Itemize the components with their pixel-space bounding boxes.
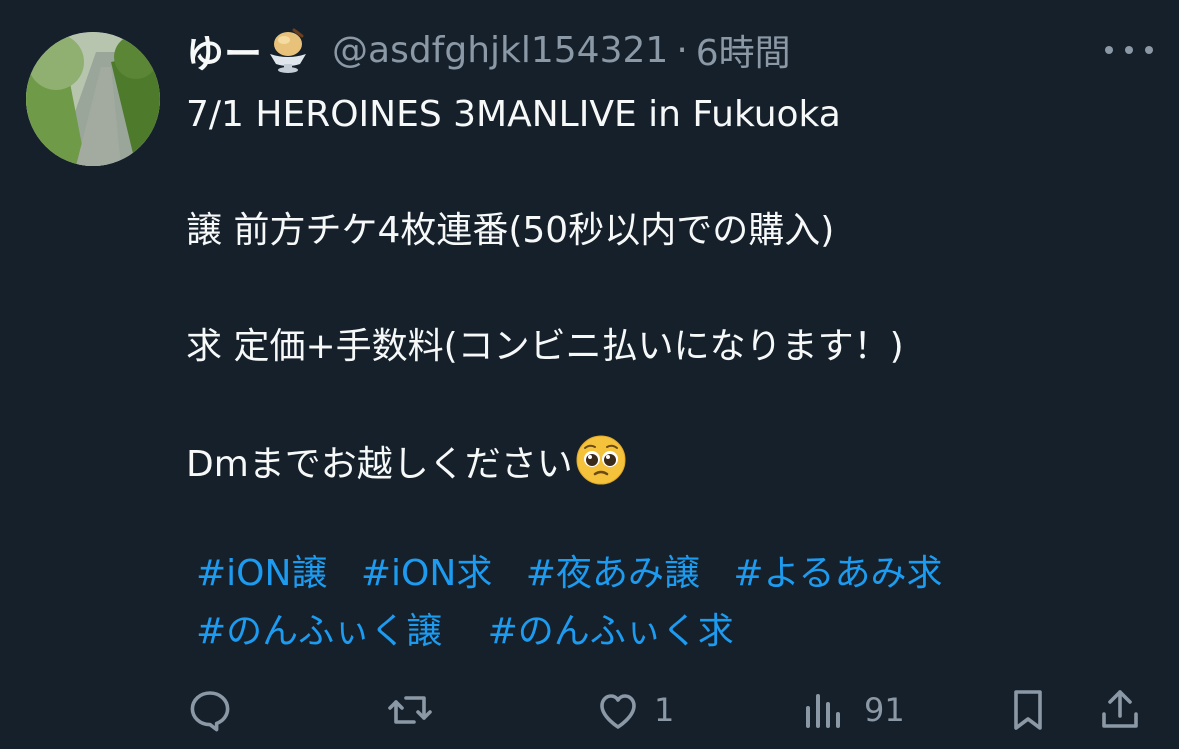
tweet-line-last: Dmまでお越しください bbox=[186, 434, 904, 492]
bookmark-icon bbox=[1014, 690, 1042, 730]
share-button[interactable] bbox=[1096, 680, 1144, 740]
tweet-line: 求 定価+手数料(コンビニ払いになります！) bbox=[186, 326, 904, 367]
author-name[interactable]: ゆー bbox=[186, 23, 262, 78]
author-handle[interactable]: @asdfghjkl154321 bbox=[332, 30, 668, 71]
hashtag-link[interactable]: #夜あみ譲 bbox=[526, 553, 700, 594]
tweet-line: Dmまでお越しください bbox=[186, 444, 573, 485]
avatar-image bbox=[26, 32, 160, 166]
avatar[interactable] bbox=[26, 32, 160, 166]
views-button[interactable]: 91 bbox=[800, 680, 905, 740]
timestamp[interactable]: 6時間 bbox=[696, 24, 791, 76]
hashtag-link[interactable]: #iON譲 bbox=[196, 553, 327, 594]
like-button[interactable]: 1 bbox=[594, 680, 674, 740]
retweet-button[interactable] bbox=[386, 680, 450, 740]
tweet-actions: 1 91 bbox=[186, 680, 1146, 740]
hashtag-row: #のんふぃく譲 #のんふぃく求 bbox=[196, 603, 965, 661]
tweet-line: 7/1 HEROINES 3MANLIVE in Fukuoka bbox=[186, 94, 841, 135]
ice-cream-icon bbox=[264, 26, 312, 74]
bookmark-button[interactable] bbox=[1004, 680, 1052, 740]
reply-button[interactable] bbox=[186, 680, 250, 740]
tweet-text: 7/1 HEROINES 3MANLIVE in Fukuoka 譲 前方チケ4… bbox=[186, 86, 904, 492]
hashtag-link[interactable]: #よるあみ求 bbox=[733, 553, 942, 594]
like-count: 1 bbox=[654, 691, 675, 729]
hashtag-link[interactable]: #のんふぃく譲 bbox=[196, 611, 442, 652]
heart-icon bbox=[600, 694, 636, 729]
retweet-icon bbox=[388, 696, 432, 724]
hashtag-link[interactable]: #iON求 bbox=[361, 553, 492, 594]
tweet-line: 譲 前方チケ4枚連番(50秒以内での購入) bbox=[186, 210, 835, 251]
hashtags: #iON譲 #iON求 #夜あみ譲 #よるあみ求 #のんふぃく譲 #のんふぃく求 bbox=[196, 545, 965, 661]
views-count: 91 bbox=[864, 691, 905, 729]
more-options-icon[interactable] bbox=[1105, 38, 1153, 62]
share-icon bbox=[1102, 690, 1138, 728]
pleading-face-icon bbox=[575, 434, 627, 486]
reply-icon bbox=[190, 691, 230, 732]
separator-dot: · bbox=[676, 29, 688, 71]
views-chart-icon bbox=[806, 694, 840, 728]
hashtag-row: #iON譲 #iON求 #夜あみ譲 #よるあみ求 bbox=[196, 545, 965, 603]
hashtag-link[interactable]: #のんふぃく求 bbox=[488, 611, 734, 652]
tweet-header: ゆー @asdfghjkl154321 · 6時間 bbox=[186, 22, 791, 78]
